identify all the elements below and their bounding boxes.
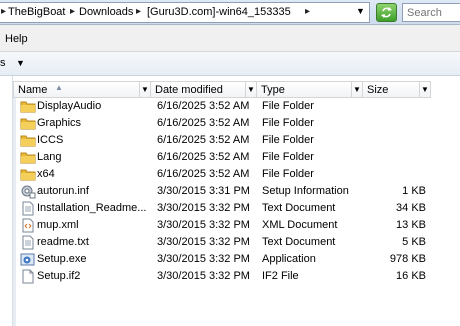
file-size: 13 KB: [396, 219, 426, 231]
file-date-modified: 6/16/2025 3:52 AM: [157, 134, 250, 146]
column-filter-dropdown-icon[interactable]: ▼: [351, 82, 362, 97]
file-row[interactable]: ICCS 6/16/2025 3:52 AM File Folder: [13, 132, 460, 149]
file-rows: DisplayAudio 6/16/2025 3:52 AM File Folder…: [13, 98, 460, 285]
chevron-down-icon[interactable]: ▼: [16, 58, 25, 68]
file-name: x64: [37, 168, 55, 180]
file-type: File Folder: [262, 168, 314, 180]
file-row[interactable]: readme.txt 3/30/2015 3:32 PM Text Document…: [13, 234, 460, 251]
column-header-row: Name ▲ ▼ Date modified ▼ Type ▼ Size ▼: [13, 81, 460, 98]
file-size: 978 KB: [389, 253, 426, 265]
application-icon: [20, 252, 36, 267]
file-row[interactable]: Setup.if2 3/30/2015 3:32 PM IF2 File 16 KB: [13, 268, 460, 285]
sort-ascending-icon: ▲: [55, 83, 63, 92]
file-date-modified: 3/30/2015 3:31 PM: [157, 185, 250, 197]
file-row[interactable]: x64 6/16/2025 3:52 AM File Folder: [13, 166, 460, 183]
breadcrumb-current-folder[interactable]: [Guru3D.com]-win64_153335: [147, 6, 291, 18]
file-row[interactable]: mup.xml 3/30/2015 3:32 PM XML Document 13 K…: [13, 217, 460, 234]
breadcrumb-downloads[interactable]: Downloads: [79, 6, 133, 18]
file-date-modified: 3/30/2015 3:32 PM: [157, 270, 250, 282]
column-header-type[interactable]: Type ▼: [257, 81, 363, 98]
search-input[interactable]: [402, 3, 460, 22]
xml-document-icon: [20, 218, 36, 233]
folder-icon: [20, 116, 36, 131]
breadcrumb[interactable]: ▸ TheBigBoat ▸ Downloads ▸ [Guru3D.com]-…: [0, 2, 370, 23]
folder-icon: [20, 99, 36, 114]
file-size: 34 KB: [396, 202, 426, 214]
column-header-size[interactable]: Size ▼: [363, 81, 431, 98]
file-row[interactable]: Graphics 6/16/2025 3:52 AM File Folder: [13, 115, 460, 132]
file-date-modified: 3/30/2015 3:32 PM: [157, 219, 250, 231]
file-date-modified: 3/30/2015 3:32 PM: [157, 253, 250, 265]
file-row[interactable]: autorun.inf 3/30/2015 3:31 PM Setup Inform…: [13, 183, 460, 200]
column-header-name-label: Name: [18, 84, 48, 96]
refresh-button[interactable]: [376, 3, 397, 22]
folder-icon: [20, 167, 36, 182]
file-date-modified: 6/16/2025 3:52 AM: [157, 100, 250, 112]
file-name: Lang: [37, 151, 62, 163]
refresh-icon: [381, 7, 392, 18]
file-date-modified: 3/30/2015 3:32 PM: [157, 202, 250, 214]
navigation-pane[interactable]: [0, 76, 13, 326]
chevron-right-icon[interactable]: ▸: [1, 6, 6, 17]
command-toolbar: s ▼: [0, 52, 460, 76]
column-header-type-label: Type: [261, 84, 285, 96]
address-dropdown-icon[interactable]: ▼: [356, 6, 365, 16]
generic-file-icon: [20, 269, 36, 284]
column-header-size-label: Size: [367, 84, 389, 96]
text-document-icon: [20, 201, 36, 216]
file-type: File Folder: [262, 151, 314, 163]
file-date-modified: 6/16/2025 3:52 AM: [157, 117, 250, 129]
folder-icon: [20, 133, 36, 148]
breadcrumb-thebigboat[interactable]: TheBigBoat: [8, 6, 65, 18]
file-row[interactable]: Installation_Readme... 3/30/2015 3:32 PM T…: [13, 200, 460, 217]
file-name: mup.xml: [37, 219, 79, 231]
column-filter-dropdown-icon[interactable]: ▼: [139, 82, 150, 97]
file-type: Text Document: [262, 236, 336, 248]
file-type: Setup Information: [262, 185, 349, 197]
text-document-icon: [20, 235, 36, 250]
file-date-modified: 6/16/2025 3:52 AM: [157, 151, 250, 163]
file-date-modified: 6/16/2025 3:52 AM: [157, 168, 250, 180]
file-type: IF2 File: [262, 270, 299, 282]
address-bar: ▸ TheBigBoat ▸ Downloads ▸ [Guru3D.com]-…: [0, 0, 460, 25]
column-filter-dropdown-icon[interactable]: ▼: [419, 82, 430, 97]
file-type: File Folder: [262, 100, 314, 112]
menu-bar: Help: [0, 25, 460, 52]
file-type: Text Document: [262, 202, 336, 214]
file-date-modified: 3/30/2015 3:32 PM: [157, 236, 250, 248]
file-name: ICCS: [37, 134, 64, 146]
file-size: 16 KB: [396, 270, 426, 282]
file-type: XML Document: [262, 219, 338, 231]
file-name: DisplayAudio: [37, 100, 102, 112]
file-row[interactable]: Lang 6/16/2025 3:52 AM File Folder: [13, 149, 460, 166]
chevron-right-icon[interactable]: ▸: [305, 6, 310, 17]
menu-help[interactable]: Help: [5, 33, 28, 45]
chevron-right-icon[interactable]: ▸: [136, 6, 141, 17]
file-type: Application: [262, 253, 316, 265]
folder-icon: [20, 150, 36, 165]
column-header-name[interactable]: Name ▲ ▼: [13, 81, 151, 98]
file-name: autorun.inf: [37, 185, 89, 197]
file-type: File Folder: [262, 134, 314, 146]
organize-button-fragment[interactable]: s: [0, 57, 6, 69]
column-filter-dropdown-icon[interactable]: ▼: [245, 82, 256, 97]
file-size: 5 KB: [402, 236, 426, 248]
file-row[interactable]: Setup.exe 3/30/2015 3:32 PM Application 978…: [13, 251, 460, 268]
file-size: 1 KB: [402, 185, 426, 197]
file-name: Setup.exe: [37, 253, 87, 265]
column-header-date[interactable]: Date modified ▼: [151, 81, 257, 98]
file-type: File Folder: [262, 117, 314, 129]
file-name: Setup.if2: [37, 270, 81, 282]
file-row[interactable]: DisplayAudio 6/16/2025 3:52 AM File Folder: [13, 98, 460, 115]
setup-info-icon: [20, 184, 36, 199]
column-header-date-label: Date modified: [155, 84, 223, 96]
chevron-right-icon[interactable]: ▸: [70, 6, 75, 17]
file-name: Installation_Readme...: [37, 202, 147, 214]
file-list: Name ▲ ▼ Date modified ▼ Type ▼ Size ▼ D…: [13, 76, 460, 326]
file-name: readme.txt: [37, 236, 89, 248]
file-name: Graphics: [37, 117, 82, 129]
